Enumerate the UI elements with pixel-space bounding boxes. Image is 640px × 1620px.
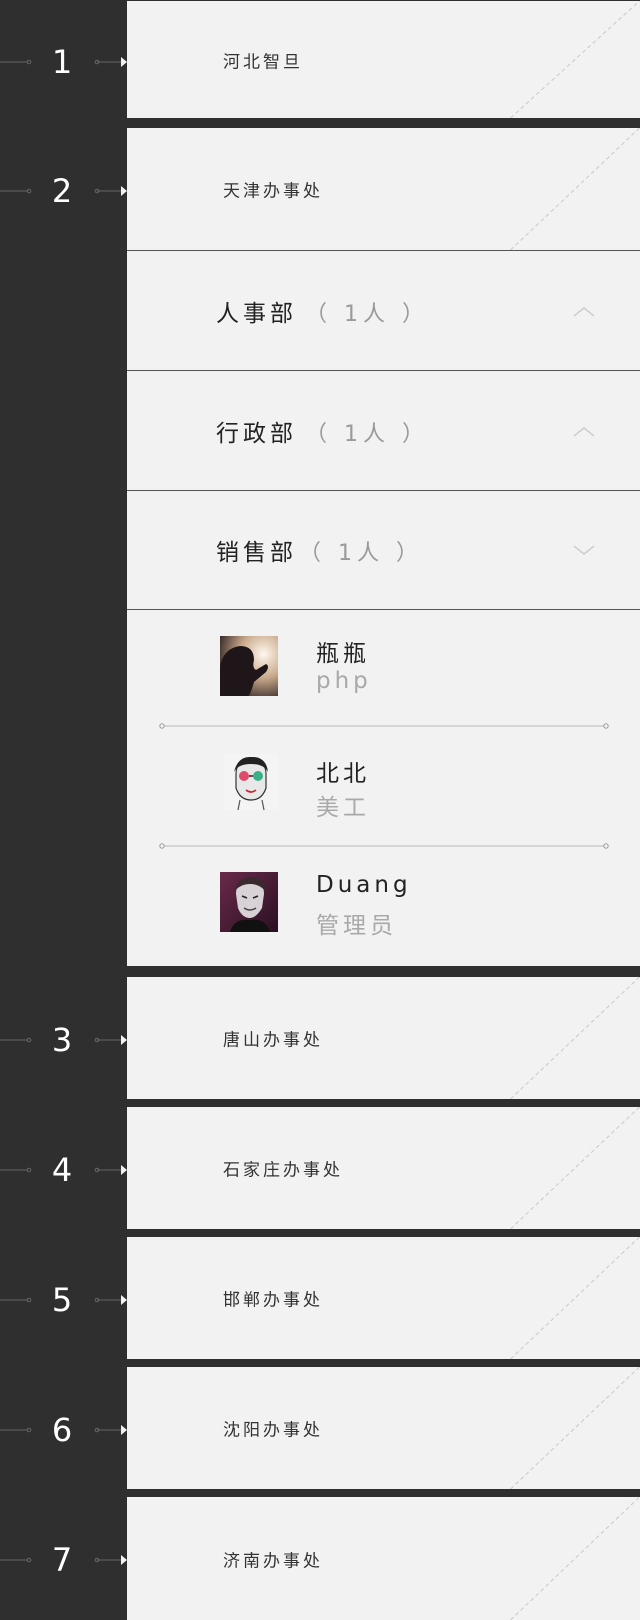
branch-card-4[interactable]: 石家庄办事处 <box>127 1106 640 1229</box>
diagonal-line-decoration <box>510 128 640 250</box>
department-count: （ 1人 ） <box>305 421 429 447</box>
branch-label: 邯郸办事处 <box>223 1290 323 1311</box>
branch-card-1[interactable]: 河北智旦 <box>127 0 640 118</box>
member-item[interactable]: 北北 美工 <box>127 730 640 846</box>
department-count: （ 1人 ） <box>299 541 423 566</box>
left-rail <box>0 0 127 1620</box>
branch-number: 4 <box>51 1151 73 1189</box>
branch-label: 河北智旦 <box>223 52 303 72</box>
diagonal-line-decoration <box>510 1107 640 1229</box>
department-row-hr[interactable]: 人事部（ 1人 ） <box>127 250 640 370</box>
diagonal-line-decoration <box>510 1237 640 1359</box>
diagonal-line-decoration <box>510 1497 640 1620</box>
woman-silhouette-avatar <box>220 636 278 696</box>
member-item[interactable]: 瓶瓶 php <box>127 610 640 726</box>
branch-number: 3 <box>51 1021 73 1059</box>
department-count: （ 1人 ） <box>305 301 429 327</box>
chevron-down-icon[interactable] <box>572 543 596 557</box>
masked-man-avatar <box>220 872 278 932</box>
branch-label: 济南办事处 <box>223 1551 323 1571</box>
branch-number: 1 <box>51 43 73 81</box>
branch-number: 2 <box>51 172 73 210</box>
diagonal-line-decoration <box>510 1 640 118</box>
branch-label: 唐山办事处 <box>223 1030 323 1051</box>
member-role: php <box>316 668 372 694</box>
member-name: 北北 <box>316 761 370 787</box>
department-row-sales[interactable]: 销售部（ 1人 ） <box>127 490 640 609</box>
branch-label: 天津办事处 <box>223 181 323 202</box>
branch-card-7[interactable]: 济南办事处 <box>127 1496 640 1620</box>
member-name: Duang <box>316 872 412 898</box>
chevron-up-icon[interactable] <box>572 304 596 318</box>
branch-number: 7 <box>51 1541 73 1579</box>
diagonal-line-decoration <box>510 1367 640 1489</box>
branch-number: 5 <box>51 1281 73 1319</box>
sunglasses-girl-avatar <box>224 754 278 810</box>
branch-label: 沈阳办事处 <box>223 1420 323 1441</box>
department-name: 人事部（ 1人 ） <box>216 300 429 327</box>
member-role: 美工 <box>316 795 370 821</box>
branch-number: 6 <box>51 1411 73 1449</box>
diagonal-line-decoration <box>510 977 640 1099</box>
member-item[interactable]: Duang 管理员 <box>127 848 640 964</box>
member-list: 瓶瓶 php 北北 美工 Duang 管理员 <box>127 609 640 966</box>
branch-card-5[interactable]: 邯郸办事处 <box>127 1236 640 1359</box>
department-name: 行政部（ 1人 ） <box>216 420 429 447</box>
department-row-admin[interactable]: 行政部（ 1人 ） <box>127 370 640 490</box>
branch-label: 石家庄办事处 <box>223 1160 343 1181</box>
branch-card-6[interactable]: 沈阳办事处 <box>127 1366 640 1489</box>
branch-card-2[interactable]: 天津办事处 <box>127 127 640 250</box>
department-name: 销售部（ 1人 ） <box>216 540 423 566</box>
member-role: 管理员 <box>316 913 397 939</box>
member-name: 瓶瓶 <box>316 641 370 667</box>
member-separator <box>159 723 609 729</box>
branch-card-3[interactable]: 唐山办事处 <box>127 976 640 1099</box>
chevron-up-icon[interactable] <box>572 424 596 438</box>
